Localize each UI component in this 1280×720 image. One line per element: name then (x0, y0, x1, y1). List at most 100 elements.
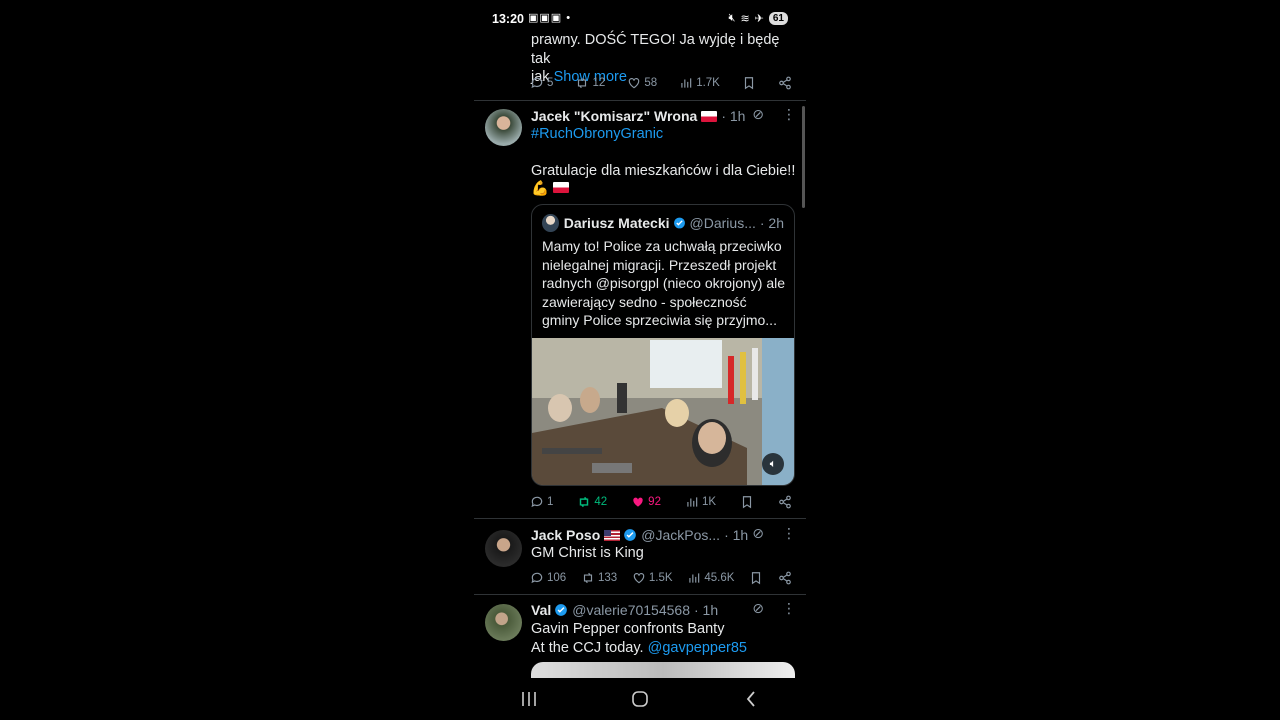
video-frame (532, 338, 794, 485)
notification-icons: ▣▣▣ • (528, 12, 572, 24)
reply-count: 5 (547, 77, 554, 89)
home-button[interactable] (620, 684, 660, 714)
tweet-1-body: Gratulacje dla mieszkańców i dla Ciebie!… (531, 162, 796, 179)
tweet-time: · 1h (694, 602, 719, 618)
author-name[interactable]: Jacek "Komisarz" Wrona (531, 108, 697, 124)
mute-icon: 🔇︎ (728, 12, 736, 24)
share-button[interactable] (778, 571, 792, 585)
share-icon (779, 76, 791, 90)
reply-button[interactable]: 1 (530, 495, 553, 509)
tweet-3-text: Gavin Pepper confronts Banty At the CCJ … (531, 620, 796, 657)
repost-button[interactable]: 42 (577, 495, 607, 509)
bookmark-icon (744, 77, 754, 90)
heart-icon (629, 78, 640, 89)
views-button[interactable]: 45.6K (687, 571, 734, 585)
back-button[interactable] (731, 684, 771, 714)
author-handle: @JackPos... (641, 527, 721, 543)
grok-icon[interactable]: ⊘ (752, 525, 764, 542)
views-button[interactable]: 1.7K (679, 76, 720, 90)
share-button[interactable] (778, 76, 792, 90)
grok-icon[interactable]: ⊘ (752, 600, 764, 617)
tweet-3-text-line: Gavin Pepper confronts Banty (531, 621, 725, 637)
view-count: 45.6K (704, 572, 735, 584)
repost-icon (583, 572, 593, 584)
header-actions: ⊘ ⋮ (752, 600, 796, 617)
view-count: 1K (701, 496, 717, 508)
heart-icon (633, 573, 645, 584)
repost-count: 42 (594, 496, 608, 508)
like-button[interactable]: 1.5K (632, 571, 673, 585)
flexed-biceps-emoji: 💪 (531, 181, 550, 197)
repost-button[interactable]: 133 (581, 571, 617, 585)
video-player[interactable]: 🔈︎ (532, 338, 794, 485)
avatar[interactable] (485, 109, 522, 146)
tweet-1-text: #RuchObronyGranic Gratulacje dla mieszka… (531, 125, 796, 199)
bookmark-icon (752, 572, 761, 585)
repost-count: 12 (592, 77, 606, 89)
like-count: 92 (648, 496, 661, 508)
quoted-handle: @Darius... (689, 215, 756, 231)
tweet-1-actions: 1 42 92 1K (530, 493, 792, 511)
mention-link[interactable]: @gavpepper85 (648, 640, 747, 656)
home-icon (632, 691, 648, 707)
header-actions: ⊘ ⋮ (752, 106, 796, 123)
like-button[interactable]: 58 (627, 76, 657, 90)
share-button[interactable] (778, 495, 792, 509)
tweet-2-actions: 106 133 1.5K 45.6K (530, 569, 792, 587)
repost-icon (580, 496, 589, 508)
repost-count: 133 (597, 572, 618, 584)
views-icon (689, 573, 700, 583)
author-name[interactable]: Val (531, 602, 551, 618)
views-icon (687, 497, 698, 507)
quoted-tweet-card[interactable]: Dariusz Matecki @Darius... · 2h Mamy to!… (531, 204, 795, 486)
author-handle: @valerie70154568 (572, 602, 690, 618)
verified-badge-icon (624, 529, 637, 541)
like-count: 1.5K (648, 572, 673, 584)
repost-button[interactable]: 12 (575, 76, 605, 90)
bookmark-icon (742, 496, 752, 509)
tweet-2-header: Jack Poso @JackPos... · 1h ⊘ ⋮ (531, 525, 796, 545)
bookmark-button[interactable] (749, 571, 763, 585)
share-icon (779, 571, 791, 585)
wifi-icon: ≋ (740, 13, 750, 25)
quoted-tweet-header: Dariusz Matecki @Darius... · 2h (542, 214, 784, 232)
quoted-tweet-text: Mamy to! Police za uchwałą przeciwko nie… (542, 238, 785, 328)
verified-badge-icon (555, 604, 568, 616)
views-icon (681, 78, 692, 88)
grok-icon[interactable]: ⊘ (752, 106, 764, 123)
reply-count: 1 (547, 496, 554, 508)
more-options-icon[interactable]: ⋮ (782, 106, 796, 123)
header-actions: ⊘ ⋮ (752, 525, 796, 542)
share-icon (779, 495, 791, 509)
tweet-0-text-line: prawny. DOŚĆ TEGO! Ja wyjdę i będę tak (531, 32, 780, 67)
avatar[interactable] (485, 530, 522, 567)
views-button[interactable]: 1K (685, 495, 716, 509)
like-button[interactable]: 92 (631, 495, 661, 509)
reply-button[interactable]: 5 (530, 76, 553, 90)
reply-icon (531, 496, 543, 508)
avatar[interactable] (485, 604, 522, 641)
verified-badge-icon (673, 217, 685, 229)
poland-flag-icon (553, 182, 570, 193)
tweet-1-header: Jacek "Komisarz" Wrona · 1h ⊘ ⋮ (531, 106, 796, 126)
system-navigation-bar (474, 678, 806, 720)
mute-toggle-icon[interactable]: 🔈︎ (762, 453, 784, 475)
reply-button[interactable]: 106 (530, 571, 566, 585)
reply-icon (531, 77, 543, 89)
author-name[interactable]: Jack Poso (531, 527, 600, 543)
scrollbar-thumb[interactable] (802, 106, 805, 208)
repost-icon (578, 77, 587, 89)
tweet-3-text-line: At the CCJ today. (531, 639, 644, 656)
bookmark-button[interactable] (740, 495, 754, 509)
more-options-icon[interactable]: ⋮ (782, 600, 796, 617)
battery-indicator: 61 (768, 12, 788, 25)
more-options-icon[interactable]: ⋮ (782, 525, 796, 542)
reply-icon (531, 572, 543, 584)
airplane-icon: ✈ (754, 13, 764, 25)
bookmark-button[interactable] (742, 76, 756, 90)
tweet-3-header: Val @valerie70154568 · 1h ⊘ ⋮ (531, 600, 796, 620)
tweet-2-text: GM Christ is King (531, 545, 644, 561)
tweet-time: · 1h (721, 108, 746, 124)
hashtag-link[interactable]: #RuchObronyGranic (531, 125, 796, 144)
recent-apps-button[interactable] (509, 684, 549, 714)
